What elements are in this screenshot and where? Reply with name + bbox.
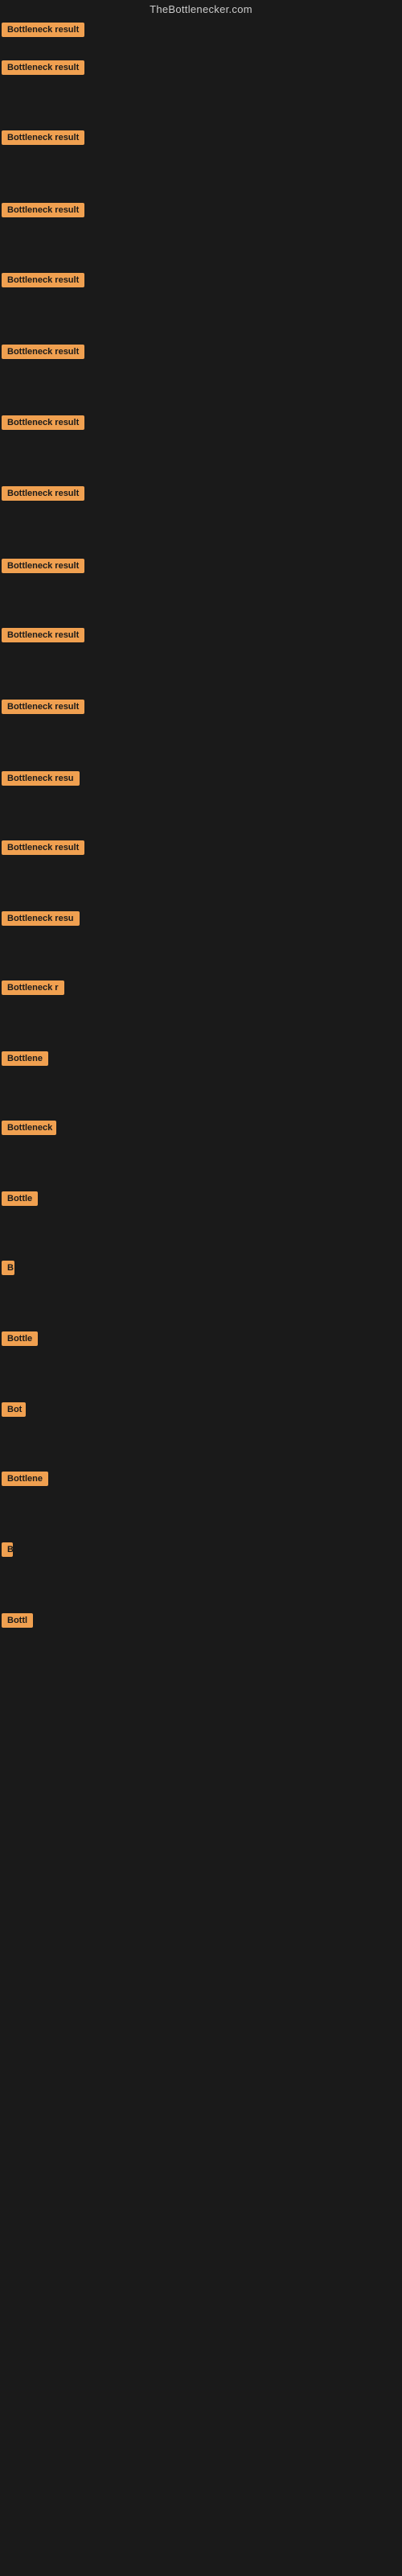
bottleneck-row: Bottleneck result [2,130,84,149]
bottleneck-row: Bottleneck result [2,840,84,859]
bottleneck-row: Bottleneck result [2,60,84,79]
bottleneck-badge[interactable]: Bottleneck result [2,203,84,217]
bottleneck-row: Bottle [2,1191,38,1210]
bottleneck-badge[interactable]: Bottlene [2,1472,48,1486]
bottleneck-badge[interactable]: Bottleneck result [2,23,84,37]
bottleneck-row: Bottleneck result [2,486,84,505]
bottleneck-badge[interactable]: Bottleneck result [2,415,84,430]
bottleneck-row: B [2,1542,13,1561]
bottleneck-row: Bot [2,1402,26,1421]
bottleneck-badge[interactable]: Bot [2,1402,26,1417]
bottleneck-badge[interactable]: Bottleneck result [2,130,84,145]
bottleneck-row: Bottlene [2,1472,48,1490]
bottleneck-row: Bottleneck [2,1121,56,1139]
bottleneck-badge[interactable]: Bottleneck result [2,60,84,75]
bottleneck-row: Bottleneck result [2,345,84,363]
bottleneck-badge[interactable]: Bottleneck resu [2,911,80,926]
bottleneck-badge[interactable]: B [2,1261,14,1275]
bottleneck-row: Bottleneck result [2,273,84,291]
bottleneck-badge[interactable]: Bottleneck result [2,559,84,573]
bottleneck-badge[interactable]: Bottleneck [2,1121,56,1135]
bottleneck-row: Bottleneck r [2,980,64,999]
bottleneck-row: Bottleneck result [2,203,84,221]
bottleneck-badge[interactable]: Bottleneck result [2,273,84,287]
site-title: TheBottlenecker.com [0,0,402,20]
bottleneck-badge[interactable]: B [2,1542,13,1557]
bottleneck-row: Bottl [2,1613,33,1632]
bottleneck-badge[interactable]: Bottleneck r [2,980,64,995]
page-container: TheBottlenecker.com Bottleneck result Bot… [0,0,402,2576]
bottleneck-row: Bottleneck result [2,23,84,41]
bottleneck-row: Bottleneck result [2,415,84,434]
bottleneck-badge[interactable]: Bottleneck resu [2,771,80,786]
bottleneck-badge[interactable]: Bottleneck result [2,345,84,359]
bottleneck-row: Bottleneck resu [2,911,80,930]
bottleneck-badge[interactable]: Bottle [2,1331,38,1346]
bottleneck-badge[interactable]: Bottleneck result [2,840,84,855]
bottleneck-row: Bottleneck result [2,559,84,577]
bottleneck-row: Bottleneck result [2,700,84,718]
bottleneck-badge[interactable]: Bottl [2,1613,33,1628]
bottleneck-badge[interactable]: Bottleneck result [2,700,84,714]
bottleneck-badge[interactable]: Bottleneck result [2,628,84,642]
bottleneck-row: B [2,1261,14,1279]
bottleneck-badge[interactable]: Bottleneck result [2,486,84,501]
bottleneck-row: Bottleneck resu [2,771,80,790]
bottleneck-badge[interactable]: Bottlene [2,1051,48,1066]
bottleneck-row: Bottleneck result [2,628,84,646]
bottleneck-badge[interactable]: Bottle [2,1191,38,1206]
bottleneck-row: Bottlene [2,1051,48,1070]
bottleneck-row: Bottle [2,1331,38,1350]
